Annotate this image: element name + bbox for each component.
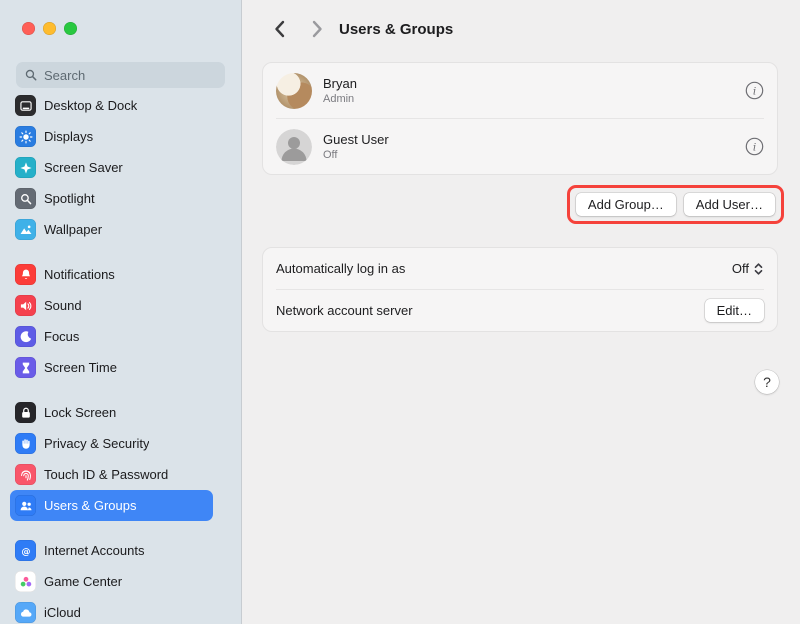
sidebar: Search Desktop & Dock Displays Screen Save… [0,0,242,624]
lock-screen-icon [15,402,36,423]
updown-chevron-icon [753,262,764,276]
sidebar-item-label: Privacy & Security [44,436,149,451]
zoom-button[interactable] [64,22,77,35]
system-settings-window: Search Desktop & Dock Displays Screen Save… [0,0,800,624]
sidebar-item-label: Screen Time [44,360,117,375]
user-row-guest[interactable]: Guest User Off i [263,119,777,174]
spotlight-icon [15,188,36,209]
user-text: Guest User Off [323,132,389,161]
sound-icon [15,295,36,316]
user-name: Guest User [323,132,389,147]
help-button[interactable]: ? [755,370,779,394]
focus-icon [15,326,36,347]
sidebar-item-focus[interactable]: Focus [10,321,213,352]
sidebar-item-users-groups[interactable]: Users & Groups [10,490,213,521]
sidebar-item-label: Sound [44,298,82,313]
sidebar-item-internet-accounts[interactable]: @ Internet Accounts [10,535,213,566]
annotation-highlight: Add Group… Add User… [567,185,784,224]
auto-login-popup[interactable]: Off [732,261,764,276]
sidebar-item-label: Users & Groups [44,498,136,513]
guest-avatar [276,129,312,165]
svg-text:i: i [752,141,755,153]
user-text: Bryan Admin [323,76,357,105]
minimize-button[interactable] [43,22,56,35]
screen-time-icon [15,357,36,378]
sidebar-item-notifications[interactable]: Notifications [10,259,213,290]
internet-accounts-icon: @ [15,540,36,561]
privacy-security-icon [15,433,36,454]
screen-saver-icon [15,157,36,178]
search-icon [24,68,38,82]
sidebar-item-desktop-dock[interactable]: Desktop & Dock [10,90,213,121]
back-button[interactable] [271,19,287,39]
sidebar-item-label: Notifications [44,267,115,282]
edit-button[interactable]: Edit… [705,299,764,322]
sidebar-item-icloud[interactable]: iCloud [10,597,213,624]
sidebar-item-label: Game Center [44,574,122,589]
user-row-bryan[interactable]: Bryan Admin i [263,63,777,118]
user-detail: Admin [323,93,357,105]
search-placeholder: Search [44,68,85,83]
add-group-button[interactable]: Add Group… [576,193,676,216]
wallpaper-icon [15,219,36,240]
sidebar-item-screen-saver[interactable]: Screen Saver [10,152,213,183]
forward-button[interactable] [309,19,325,39]
notifications-icon [15,264,36,285]
sidebar-item-label: Desktop & Dock [44,98,137,113]
auto-login-value: Off [732,261,749,276]
sidebar-item-displays[interactable]: Displays [10,121,213,152]
info-icon[interactable]: i [744,137,764,157]
content-header: Users & Groups [242,0,800,42]
search-input[interactable]: Search [16,62,225,88]
touch-id-icon [15,464,36,485]
sidebar-item-wallpaper[interactable]: Wallpaper [10,214,213,245]
svg-text:@: @ [21,546,30,557]
user-detail: Off [323,149,389,161]
displays-icon [15,126,36,147]
sidebar-item-label: Displays [44,129,93,144]
sidebar-groups: Desktop & Dock Displays Screen Saver Spotli… [0,88,241,624]
desktop-dock-icon [15,95,36,116]
page-title: Users & Groups [339,21,453,38]
info-icon[interactable]: i [744,81,764,101]
help-row: ? [242,370,800,394]
sidebar-item-screen-time[interactable]: Screen Time [10,352,213,383]
add-user-button[interactable]: Add User… [684,193,775,216]
sidebar-item-game-center[interactable]: Game Center [10,566,213,597]
game-center-icon [15,571,36,592]
auto-login-row: Automatically log in as Off [263,248,777,289]
user-name: Bryan [323,76,357,91]
users-card: Bryan Admin i Guest User Off i [262,62,778,175]
network-server-label: Network account server [276,303,413,318]
sidebar-item-label: Screen Saver [44,160,123,175]
sidebar-item-sound[interactable]: Sound [10,290,213,321]
window-controls [0,0,241,35]
sidebar-item-lock-screen[interactable]: Lock Screen [10,397,213,428]
add-buttons-row: Add Group… Add User… [242,185,800,224]
sidebar-item-touch-id-password[interactable]: Touch ID & Password [10,459,213,490]
network-server-row: Network account server Edit… [263,290,777,331]
content-pane: Users & Groups Bryan Admin i Guest Use [242,0,800,624]
sidebar-item-label: Touch ID & Password [44,467,168,482]
users-groups-icon [15,495,36,516]
icloud-icon [15,602,36,623]
sidebar-item-privacy-security[interactable]: Privacy & Security [10,428,213,459]
auto-login-label: Automatically log in as [276,261,405,276]
close-button[interactable] [22,22,35,35]
bryan-avatar [276,73,312,109]
sidebar-item-label: Internet Accounts [44,543,144,558]
sidebar-item-spotlight[interactable]: Spotlight [10,183,213,214]
svg-text:i: i [752,85,755,97]
sidebar-item-label: Lock Screen [44,405,116,420]
login-options-card: Automatically log in as Off Network acco… [262,247,778,332]
sidebar-item-label: Focus [44,329,79,344]
sidebar-item-label: Wallpaper [44,222,102,237]
sidebar-item-label: iCloud [44,605,81,620]
sidebar-item-label: Spotlight [44,191,95,206]
